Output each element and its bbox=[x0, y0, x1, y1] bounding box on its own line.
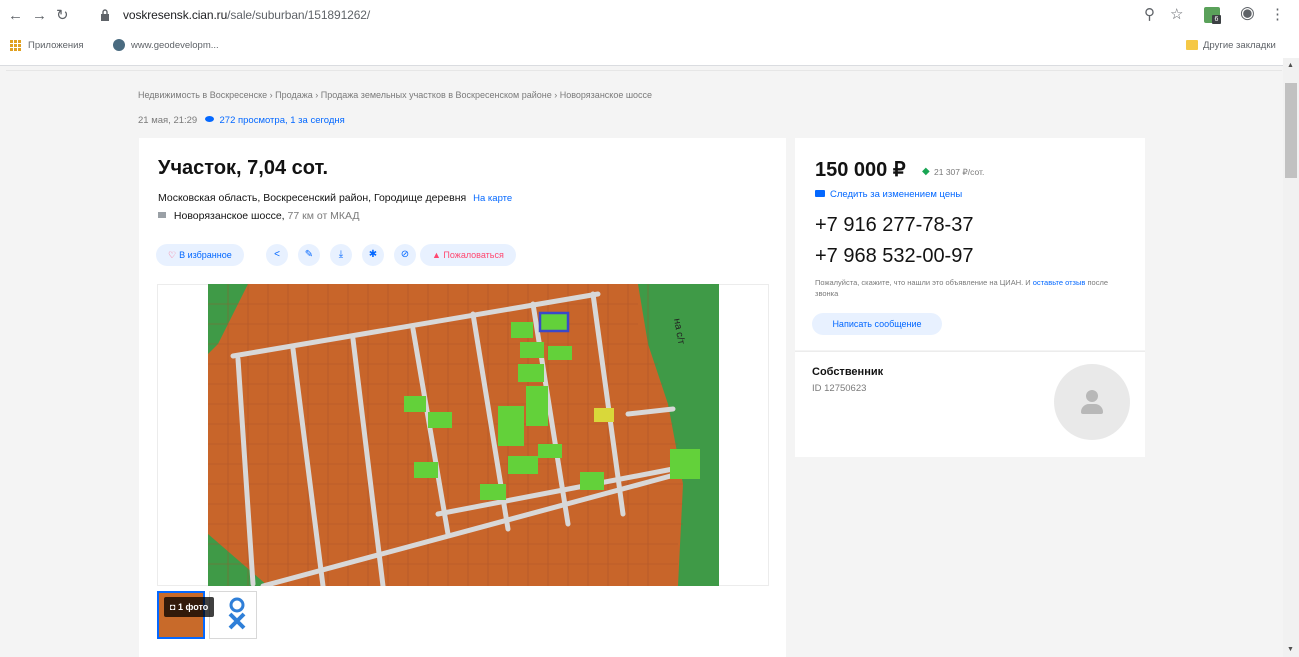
views-count[interactable]: 272 просмотра, 1 за сегодня bbox=[220, 115, 345, 126]
write-message-button[interactable]: Написать сообщение bbox=[812, 313, 942, 335]
account-icon[interactable]: ◉ bbox=[1240, 3, 1255, 23]
pencil-icon: ✎ bbox=[304, 249, 314, 260]
owner-label: Собственник bbox=[812, 366, 884, 378]
on-map-link[interactable]: На карте bbox=[473, 193, 512, 204]
photo-count-badge: ◘ 1 фото bbox=[164, 597, 215, 617]
camera-icon: ◘ bbox=[170, 602, 178, 612]
edit-button[interactable]: ✎ bbox=[298, 244, 320, 266]
price-per-unit: 21 307 ₽/сот. bbox=[934, 167, 985, 177]
eye-icon bbox=[204, 116, 214, 122]
zoom-icon[interactable]: ⚲ bbox=[1144, 5, 1155, 23]
breadcrumb[interactable]: Недвижимость в Воскресенске › Продажа › … bbox=[138, 90, 652, 100]
highway-info: Новорязанское шоссе, 77 км от МКАД bbox=[158, 210, 360, 222]
favorite-button[interactable]: ♡ В избранное bbox=[156, 244, 244, 266]
address-text: Московская область, Воскресенский район,… bbox=[158, 192, 467, 204]
avatar bbox=[1054, 364, 1130, 440]
road-icon bbox=[158, 212, 166, 218]
address-bar[interactable]: voskresensk.cian.ru/sale/suburban/151891… bbox=[123, 8, 370, 22]
scroll-thumb[interactable] bbox=[1285, 83, 1297, 178]
browser-chrome: ← → ↻ voskresensk.cian.ru/sale/suburban/… bbox=[0, 0, 1299, 66]
warning-icon: ▲ bbox=[432, 250, 444, 260]
share-icon: < bbox=[274, 249, 280, 260]
url-host: voskresensk.cian.ru bbox=[123, 8, 228, 22]
folder-icon bbox=[1186, 40, 1198, 50]
back-icon[interactable]: ← bbox=[8, 6, 23, 26]
url-path: /sale/suburban/151891262/ bbox=[227, 8, 371, 22]
apps-icon[interactable] bbox=[10, 40, 21, 51]
download-button[interactable]: ⤓ bbox=[330, 244, 352, 266]
browser-toolbar: ← → ↻ voskresensk.cian.ru/sale/suburban/… bbox=[0, 0, 1299, 34]
follow-price-label: Следить за изменением цены bbox=[830, 189, 963, 200]
user-icon bbox=[1086, 390, 1098, 402]
extension-badge-icon: 6 bbox=[1212, 15, 1221, 24]
call-note-text: Пожалуйста, скажите, что нашли это объяв… bbox=[815, 278, 1031, 287]
follow-price-link[interactable]: Следить за изменением цены bbox=[815, 189, 962, 200]
user-icon-body bbox=[1081, 404, 1103, 414]
photo-count: 1 фото bbox=[177, 602, 209, 612]
highway-name: Новорязанское шоссе, bbox=[173, 210, 285, 222]
published-date: 21 мая, 21:29 bbox=[138, 115, 198, 126]
reload-icon[interactable]: ↻ bbox=[56, 6, 69, 26]
hide-button[interactable]: ⊘ bbox=[394, 244, 416, 266]
listing-address: Московская область, Воскресенский район,… bbox=[158, 192, 512, 204]
complain-button[interactable]: ▲ Пожаловаться bbox=[420, 244, 516, 266]
menu-icon[interactable]: ⋮ bbox=[1270, 5, 1285, 23]
scrollbar[interactable]: ▲ ▼ bbox=[1283, 58, 1299, 657]
download-icon: ⤓ bbox=[338, 249, 344, 260]
price-down-icon: ◆ bbox=[922, 166, 930, 177]
page-title: Участок, 7,04 сот. bbox=[158, 157, 329, 179]
globe-icon bbox=[113, 39, 125, 51]
leave-review-link[interactable]: оставьте отзыв bbox=[1033, 278, 1086, 287]
distance-text: 77 км от МКАД bbox=[287, 210, 360, 222]
bookmark-other[interactable]: Другие закладки bbox=[1203, 40, 1276, 51]
owner-id: ID 12750623 bbox=[812, 383, 867, 394]
header-divider bbox=[6, 70, 1282, 71]
complain-label: Пожаловаться bbox=[443, 250, 504, 260]
price: 150 000 ₽ bbox=[815, 159, 906, 181]
lock-icon bbox=[101, 9, 109, 21]
hide-icon: ⊘ bbox=[400, 249, 410, 260]
call-note: Пожалуйста, скажите, что нашли это объяв… bbox=[815, 277, 1125, 299]
forward-icon[interactable]: → bbox=[32, 6, 47, 26]
scroll-up-icon[interactable]: ▲ bbox=[1287, 62, 1294, 69]
bookmarks-bar: Приложения www.geodevelopm... Другие зак… bbox=[0, 34, 1299, 58]
mail-icon bbox=[815, 190, 825, 197]
star-icon[interactable]: ☆ bbox=[1170, 5, 1183, 23]
share-button[interactable]: < bbox=[266, 244, 288, 266]
scroll-down-icon[interactable]: ▼ bbox=[1287, 646, 1294, 653]
map-pin-icon bbox=[228, 597, 246, 630]
plot-map-image[interactable]: на с/т bbox=[208, 284, 719, 586]
bookmark-geodevelop[interactable]: www.geodevelopm... bbox=[131, 40, 219, 51]
heart-icon: ♡ bbox=[168, 250, 177, 260]
phone-number-1[interactable]: +7 916 277-78-37 bbox=[815, 214, 973, 237]
bookmark-apps[interactable]: Приложения bbox=[28, 40, 84, 51]
print-icon: ✱ bbox=[368, 249, 378, 260]
print-button[interactable]: ✱ bbox=[362, 244, 384, 266]
phone-number-2[interactable]: +7 968 532-00-97 bbox=[815, 245, 973, 268]
listing-meta: 21 мая, 21:29 272 просмотра, 1 за сегодн… bbox=[138, 115, 345, 126]
favorite-label: В избранное bbox=[179, 250, 232, 260]
